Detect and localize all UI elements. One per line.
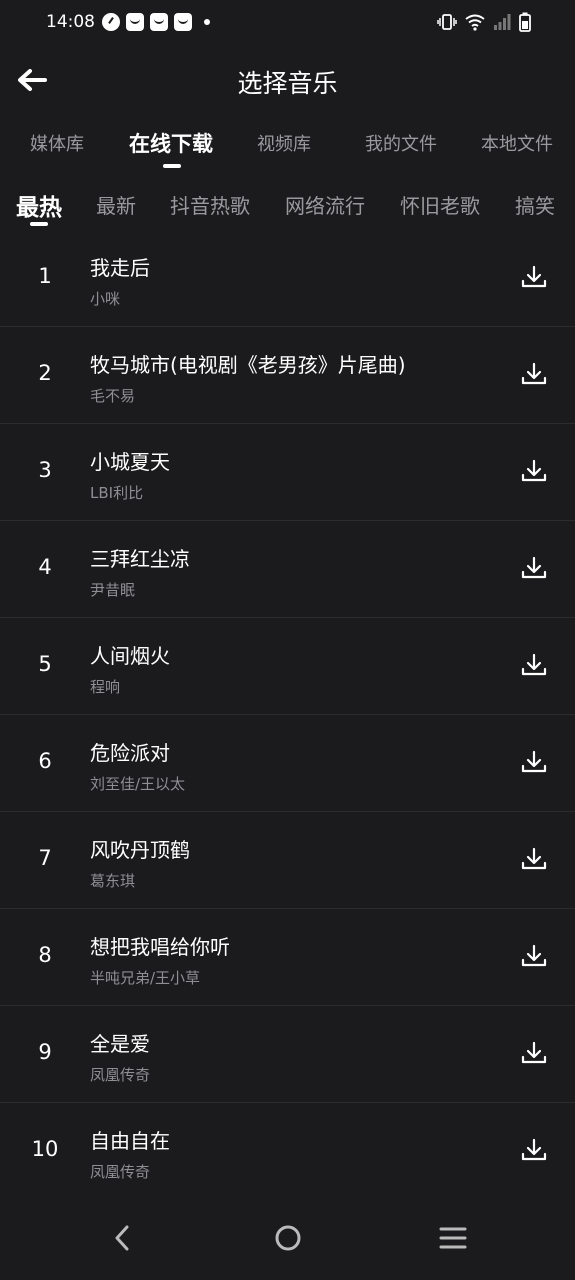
song-artist: 刘至佳/王以太 [90, 775, 186, 793]
status-time: 14:08 [46, 12, 95, 32]
menu-icon [439, 1227, 467, 1249]
download-icon [521, 265, 547, 288]
notification-icons [102, 13, 210, 31]
circle-home-icon [275, 1225, 301, 1251]
download-icon [521, 847, 547, 870]
song-title: 小城夏天 [90, 450, 170, 474]
status-bar: 14:08 [0, 0, 575, 48]
download-button[interactable] [517, 648, 551, 682]
tab-local-files[interactable]: 本地文件 [481, 130, 553, 156]
song-list: 1 我走后 小咪 2 牧马城市(电视剧《老男孩》片尾曲) 毛不易 3 小城夏天 … [0, 230, 575, 1200]
download-button[interactable] [517, 260, 551, 294]
song-row[interactable]: 9 全是爱 凤凰传奇 [0, 1006, 575, 1103]
wifi-icon [465, 14, 485, 31]
download-button[interactable] [517, 939, 551, 973]
song-artist: 半吨兄弟/王小草 [90, 969, 201, 987]
download-icon [521, 459, 547, 482]
song-rank: 10 [31, 1137, 59, 1161]
song-artist: 毛不易 [90, 387, 136, 405]
active-category-indicator [30, 222, 48, 226]
system-icons [437, 12, 531, 32]
category-tabs: 最热 最新 抖音热歌 网络流行 怀旧老歌 搞笑 [0, 180, 575, 230]
nav-menu-button[interactable] [433, 1218, 473, 1258]
song-title: 危险派对 [90, 741, 170, 765]
song-row[interactable]: 10 自由自在 凤凰传奇 [0, 1103, 575, 1200]
download-icon [521, 750, 547, 773]
song-artist: 凤凰传奇 [90, 1163, 151, 1181]
category-tab-hottest[interactable]: 最热 [16, 188, 62, 222]
song-rank: 1 [38, 264, 52, 288]
song-rank: 8 [38, 943, 52, 967]
category-tab-douyin-hits[interactable]: 抖音热歌 [170, 190, 250, 219]
song-title: 我走后 [90, 256, 150, 280]
song-row[interactable]: 2 牧马城市(电视剧《老男孩》片尾曲) 毛不易 [0, 327, 575, 424]
category-tab-funny[interactable]: 搞笑 [515, 190, 555, 219]
song-row[interactable]: 6 危险派对 刘至佳/王以太 [0, 715, 575, 812]
song-title: 风吹丹顶鹤 [90, 838, 190, 862]
system-nav-bar [0, 1196, 575, 1280]
download-icon [521, 944, 547, 967]
song-title: 三拜红尘凉 [90, 547, 190, 571]
song-rank: 7 [38, 846, 52, 870]
download-button[interactable] [517, 842, 551, 876]
tab-video-library[interactable]: 视频库 [257, 130, 311, 156]
download-icon [521, 362, 547, 385]
song-row[interactable]: 4 三拜红尘凉 尹昔眠 [0, 521, 575, 618]
page-title: 选择音乐 [237, 69, 338, 98]
song-artist: 葛东琪 [90, 872, 136, 890]
download-icon [521, 653, 547, 676]
song-artist: 小咪 [90, 290, 121, 308]
song-rank: 3 [38, 458, 52, 482]
download-icon [521, 1041, 547, 1064]
song-artist: 凤凰传奇 [90, 1066, 151, 1084]
tab-my-files[interactable]: 我的文件 [365, 130, 437, 156]
source-tabs: 媒体库 在线下载 视频库 我的文件 本地文件 [0, 120, 575, 174]
tab-media-library[interactable]: 媒体库 [30, 130, 84, 156]
download-button[interactable] [517, 551, 551, 585]
category-tab-newest[interactable]: 最新 [96, 190, 136, 219]
nav-back-button[interactable] [102, 1218, 142, 1258]
song-title: 牧马城市(电视剧《老男孩》片尾曲) [90, 353, 406, 377]
vibrate-icon [437, 14, 457, 30]
song-title: 人间烟火 [90, 644, 170, 668]
music-picker-screen: 14:08 选择音乐 媒体库 在线下载 视频库 我的文件 本地文件 最热 最新 … [0, 0, 575, 1280]
clock-app-icon [102, 13, 120, 31]
song-rank: 2 [38, 361, 52, 385]
battery-icon [519, 12, 531, 32]
song-title: 想把我唱给你听 [90, 935, 230, 959]
download-button[interactable] [517, 454, 551, 488]
song-artist: 尹昔眠 [90, 581, 136, 599]
download-button[interactable] [517, 1133, 551, 1167]
song-row[interactable]: 5 人间烟火 程响 [0, 618, 575, 715]
bag-icon [150, 13, 168, 31]
song-title: 全是爱 [90, 1032, 150, 1056]
download-button[interactable] [517, 357, 551, 391]
nav-home-button[interactable] [268, 1218, 308, 1258]
active-tab-indicator [163, 164, 181, 168]
signal-icon [494, 14, 511, 30]
category-tab-internet-pop[interactable]: 网络流行 [285, 190, 365, 219]
song-title: 自由自在 [90, 1129, 170, 1153]
header: 选择音乐 [0, 52, 575, 108]
song-artist: 程响 [90, 678, 121, 696]
bag-icon [126, 13, 144, 31]
song-row[interactable]: 1 我走后 小咪 [0, 230, 575, 327]
song-row[interactable]: 7 风吹丹顶鹤 葛东琪 [0, 812, 575, 909]
song-rank: 4 [38, 555, 52, 579]
download-icon [521, 1138, 547, 1161]
tab-online-download[interactable]: 在线下载 [129, 128, 213, 158]
download-icon [521, 556, 547, 579]
song-row[interactable]: 8 想把我唱给你听 半吨兄弟/王小草 [0, 909, 575, 1006]
song-rank: 6 [38, 749, 52, 773]
chevron-left-icon [115, 1225, 129, 1251]
song-row[interactable]: 3 小城夏天 LBI利比 [0, 424, 575, 521]
download-button[interactable] [517, 745, 551, 779]
download-button[interactable] [517, 1036, 551, 1070]
song-rank: 5 [38, 652, 52, 676]
bag-icon [174, 13, 192, 31]
song-rank: 9 [38, 1040, 52, 1064]
more-notifications-dot [204, 19, 210, 25]
song-artist: LBI利比 [90, 484, 144, 502]
category-tab-oldies[interactable]: 怀旧老歌 [400, 190, 480, 219]
